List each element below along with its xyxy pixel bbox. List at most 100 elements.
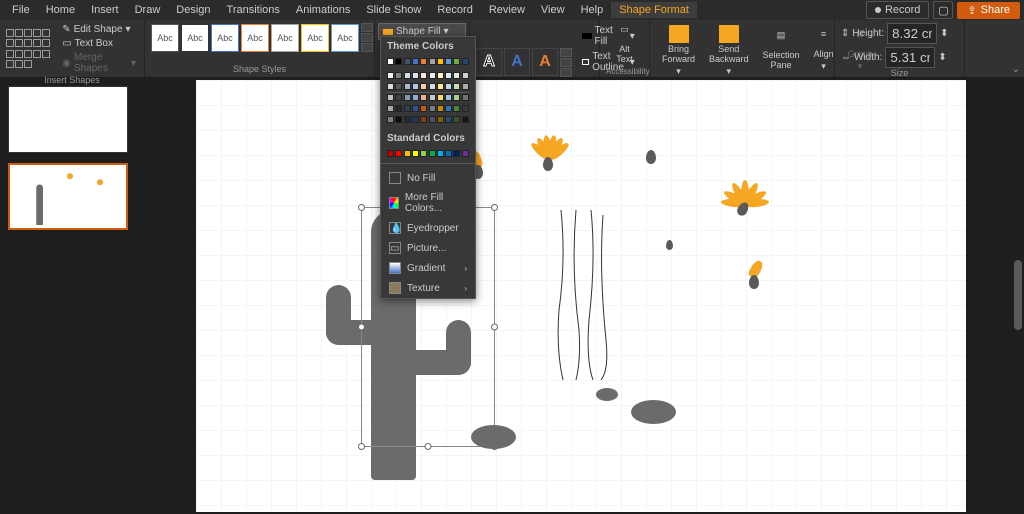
- menu-record[interactable]: Record: [429, 2, 480, 18]
- color-swatch[interactable]: [412, 72, 419, 79]
- color-swatch[interactable]: [420, 94, 427, 101]
- color-swatch[interactable]: [395, 94, 402, 101]
- style-preset[interactable]: Abc: [151, 24, 179, 52]
- menu-design[interactable]: Design: [168, 2, 218, 18]
- color-swatch[interactable]: [445, 58, 452, 65]
- chevron-down-icon[interactable]: [361, 33, 373, 42]
- color-swatch[interactable]: [420, 150, 427, 157]
- vertical-scrollbar[interactable]: [1012, 80, 1022, 512]
- color-swatch[interactable]: [453, 150, 460, 157]
- color-swatch[interactable]: [462, 72, 469, 79]
- color-swatch[interactable]: [462, 116, 469, 123]
- more-colors-item[interactable]: More Fill Colors...: [381, 188, 475, 218]
- color-swatch[interactable]: [453, 116, 460, 123]
- spinner-icon[interactable]: ⬍: [940, 28, 948, 39]
- color-swatch[interactable]: [395, 116, 402, 123]
- color-swatch[interactable]: [437, 58, 444, 65]
- color-swatch[interactable]: [387, 94, 394, 101]
- color-swatch[interactable]: [437, 150, 444, 157]
- shapes-gallery[interactable]: [6, 29, 54, 69]
- color-swatch[interactable]: [453, 72, 460, 79]
- texture-item[interactable]: Texture›: [381, 278, 475, 298]
- menu-shape-format[interactable]: Shape Format: [611, 2, 697, 18]
- resize-handle[interactable]: [358, 443, 365, 450]
- color-swatch[interactable]: [462, 83, 469, 90]
- color-swatch[interactable]: [420, 58, 427, 65]
- resize-handle[interactable]: [358, 204, 365, 211]
- menu-view[interactable]: View: [533, 2, 573, 18]
- resize-handle[interactable]: [358, 324, 365, 331]
- rock-shape[interactable]: [471, 425, 516, 449]
- color-swatch[interactable]: [445, 105, 452, 112]
- rock-shape[interactable]: [596, 388, 618, 401]
- chevron-up-icon[interactable]: [560, 48, 572, 57]
- send-backward-button[interactable]: Send Backward▾: [703, 23, 755, 79]
- height-input[interactable]: [887, 23, 937, 44]
- color-swatch[interactable]: [404, 94, 411, 101]
- color-swatch[interactable]: [453, 105, 460, 112]
- gallery-nav[interactable]: [560, 48, 572, 77]
- shape-style-gallery[interactable]: Abc Abc Abc Abc Abc Abc Abc: [151, 24, 359, 52]
- menu-help[interactable]: Help: [573, 2, 612, 18]
- color-swatch[interactable]: [412, 116, 419, 123]
- record-button[interactable]: Record: [866, 1, 929, 19]
- canvas[interactable]: [137, 78, 1024, 514]
- color-swatch[interactable]: [404, 105, 411, 112]
- color-swatch[interactable]: [445, 116, 452, 123]
- width-input[interactable]: [885, 47, 935, 68]
- edit-shape-button[interactable]: ✎Edit Shape▾: [60, 23, 138, 36]
- gradient-item[interactable]: Gradient›: [381, 258, 475, 278]
- menu-animations[interactable]: Animations: [288, 2, 358, 18]
- picture-fill-item[interactable]: ▭Picture...: [381, 238, 475, 258]
- color-swatch[interactable]: [429, 94, 436, 101]
- color-swatch[interactable]: [445, 150, 452, 157]
- expand-icon[interactable]: [560, 68, 572, 77]
- style-preset[interactable]: Abc: [331, 24, 359, 52]
- style-preset[interactable]: Abc: [211, 24, 239, 52]
- wordart-preset[interactable]: A: [504, 48, 530, 76]
- color-swatch[interactable]: [404, 116, 411, 123]
- color-swatch[interactable]: [395, 83, 402, 90]
- color-swatch[interactable]: [453, 58, 460, 65]
- color-swatch[interactable]: [387, 58, 394, 65]
- color-swatch[interactable]: [395, 72, 402, 79]
- color-swatch[interactable]: [429, 72, 436, 79]
- wordart-preset[interactable]: A: [476, 48, 502, 76]
- resize-handle[interactable]: [491, 204, 498, 211]
- eyedropper-item[interactable]: 💧Eyedropper: [381, 218, 475, 238]
- color-swatch[interactable]: [462, 150, 469, 157]
- color-swatch[interactable]: [420, 105, 427, 112]
- scroll-thumb[interactable]: [1014, 260, 1022, 330]
- color-swatch[interactable]: [412, 83, 419, 90]
- color-swatch[interactable]: [387, 72, 394, 79]
- menu-home[interactable]: Home: [38, 2, 83, 18]
- color-swatch[interactable]: [462, 105, 469, 112]
- color-swatch[interactable]: [395, 150, 402, 157]
- slide[interactable]: [196, 80, 966, 512]
- alt-text-button[interactable]: ▭ Alt Text: [606, 23, 643, 67]
- color-swatch[interactable]: [437, 105, 444, 112]
- style-preset[interactable]: Abc: [271, 24, 299, 52]
- style-preset[interactable]: Abc: [181, 24, 209, 52]
- wordart-preset[interactable]: A: [532, 48, 558, 76]
- color-swatch[interactable]: [437, 94, 444, 101]
- color-swatch[interactable]: [404, 83, 411, 90]
- color-swatch[interactable]: [387, 150, 394, 157]
- color-swatch[interactable]: [387, 83, 394, 90]
- color-swatch[interactable]: [412, 58, 419, 65]
- color-swatch[interactable]: [420, 72, 427, 79]
- gallery-nav[interactable]: [361, 23, 373, 52]
- wordart-gallery[interactable]: A A A: [476, 48, 558, 76]
- color-swatch[interactable]: [453, 94, 460, 101]
- color-swatch[interactable]: [412, 150, 419, 157]
- teardrop-shape[interactable]: [749, 275, 759, 289]
- present-icon[interactable]: ▢: [933, 1, 953, 19]
- slide-thumbnail-1[interactable]: [8, 86, 128, 153]
- color-swatch[interactable]: [395, 58, 402, 65]
- menu-draw[interactable]: Draw: [127, 2, 169, 18]
- menu-slideshow[interactable]: Slide Show: [358, 2, 429, 18]
- color-swatch[interactable]: [412, 94, 419, 101]
- color-swatch[interactable]: [437, 116, 444, 123]
- bring-forward-button[interactable]: Bring Forward▾: [656, 23, 701, 79]
- color-swatch[interactable]: [453, 83, 460, 90]
